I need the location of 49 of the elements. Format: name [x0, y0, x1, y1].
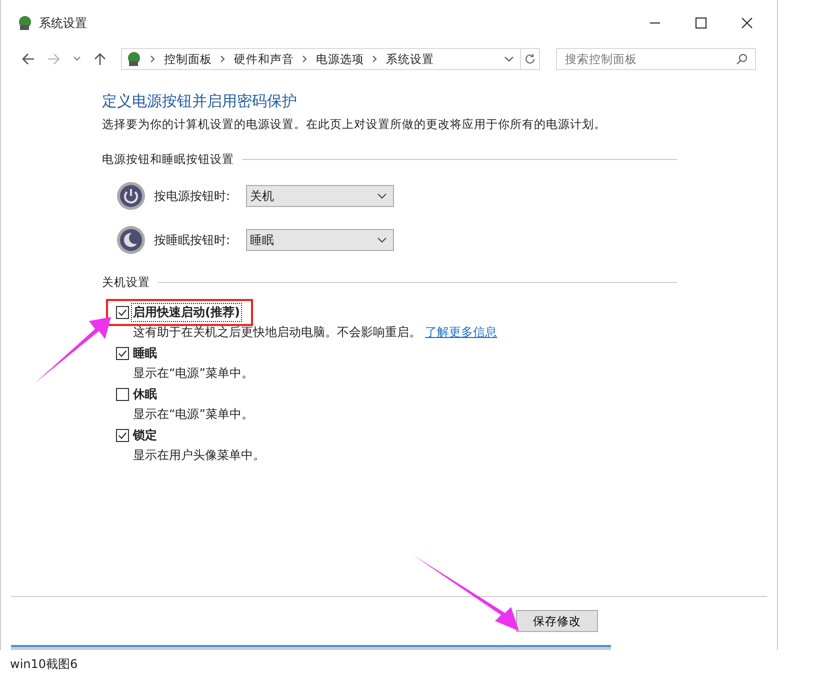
save-button[interactable]: 保存修改: [516, 610, 598, 632]
section-title: 电源按钮和睡眠按钮设置: [102, 152, 234, 167]
dropdown[interactable]: 睡眠: [246, 229, 394, 251]
learn-more-link[interactable]: 了解更多信息: [425, 325, 497, 339]
option-label[interactable]: 启用快速启动(推荐): [132, 304, 241, 321]
option-description: 显示在“电源”菜单中。: [133, 407, 254, 421]
refresh-button[interactable]: [520, 48, 540, 70]
maximize-icon[interactable]: [695, 17, 707, 29]
breadcrumb-item[interactable]: 电源选项: [316, 52, 364, 66]
option-description: 显示在“电源”菜单中。: [133, 366, 254, 380]
option-label[interactable]: 睡眠: [132, 345, 158, 362]
breadcrumb-item[interactable]: 硬件和声音: [234, 52, 294, 66]
option-label[interactable]: 锁定: [132, 427, 158, 444]
checkbox[interactable]: [116, 388, 129, 401]
image-caption: win10截图6: [9, 656, 79, 673]
dropdown[interactable]: 关机: [246, 185, 394, 207]
setting-label: 按睡眠按钮时:: [154, 232, 232, 248]
window-title: 系统设置: [39, 14, 87, 32]
control-panel-icon: [126, 51, 142, 67]
refresh-icon: [524, 53, 536, 65]
breadcrumb-item[interactable]: 系统设置: [386, 52, 434, 66]
option-label[interactable]: 休眠: [132, 386, 158, 403]
up-arrow-icon[interactable]: [93, 52, 107, 66]
breadcrumb-item[interactable]: 控制面板: [164, 52, 212, 66]
moon-icon: [116, 225, 146, 255]
close-icon[interactable]: [741, 17, 753, 29]
back-arrow-icon[interactable]: [21, 52, 35, 66]
chevron-right-icon: [220, 55, 226, 63]
chevron-down-icon[interactable]: [504, 55, 514, 63]
page-heading: 定义电源按钮并启用密码保护: [102, 92, 298, 111]
chevron-right-icon: [372, 55, 378, 63]
chevron-down-icon: [377, 193, 387, 199]
section-title: 关机设置: [102, 275, 150, 290]
chevron-down-icon: [377, 237, 387, 243]
chevron-right-icon: [302, 55, 308, 63]
intro-text: 选择要为你的计算机设置的电源设置。在此页上对设置所做的更改将应用于你所有的电源计划。: [102, 117, 607, 132]
chevron-right-icon: [150, 55, 156, 63]
option-description: 显示在用户头像菜单中。: [133, 448, 265, 462]
chevron-down-icon[interactable]: [73, 55, 81, 63]
option-description: 这有助于在关机之后更快地启动电脑。不会影响重启。: [133, 325, 421, 339]
setting-label: 按电源按钮时:: [154, 188, 232, 204]
checkbox[interactable]: [116, 347, 129, 360]
checkbox[interactable]: [116, 306, 129, 319]
search-field[interactable]: 搜索控制面板: [556, 48, 756, 70]
power-icon: [116, 181, 146, 211]
search-icon: [736, 53, 748, 65]
checkbox[interactable]: [116, 429, 129, 442]
control-panel-icon: [17, 15, 33, 31]
address-bar[interactable]: 控制面板 硬件和声音 电源选项 系统设置: [121, 48, 521, 70]
